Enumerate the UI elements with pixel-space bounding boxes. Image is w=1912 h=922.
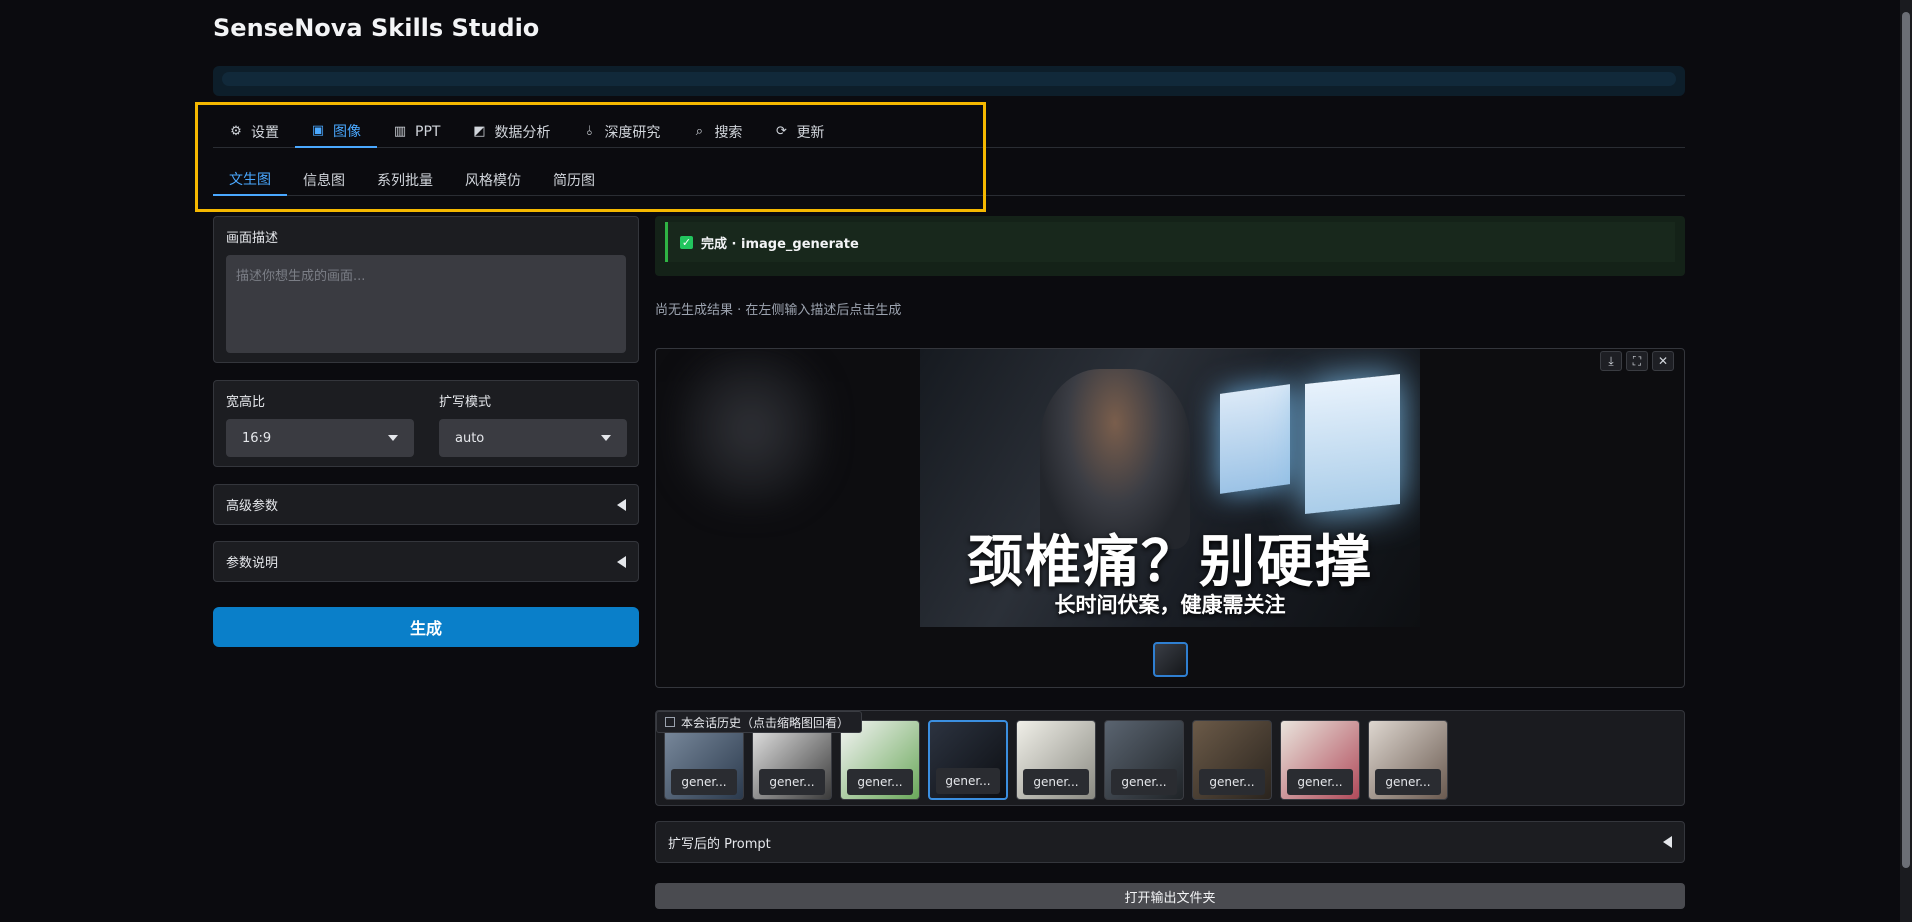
description-panel: 画面描述 bbox=[213, 216, 639, 363]
microscope-icon: ⫰ bbox=[586, 124, 593, 139]
tab-label: 更新 bbox=[796, 124, 825, 141]
subtab-series-batch[interactable]: 系列批量 bbox=[361, 163, 449, 196]
tab-settings[interactable]: ⚙ 设置 bbox=[213, 115, 295, 148]
thumb-label: gener... bbox=[847, 769, 913, 795]
tab-ppt[interactable]: ▥ PPT bbox=[377, 115, 456, 148]
subtab-text-to-image[interactable]: 文生图 bbox=[213, 163, 287, 196]
status-panel: ✓ 完成 · image_generate bbox=[655, 216, 1685, 276]
expanded-prompt-label: 扩写后的 Prompt bbox=[668, 836, 771, 852]
expand-mode-label: 扩写模式 bbox=[439, 395, 492, 410]
thumb-label: gener... bbox=[1023, 769, 1089, 795]
empty-result-hint: 尚无生成结果 · 在左侧输入描述后点击生成 bbox=[655, 303, 902, 318]
tab-label: 搜索 bbox=[714, 124, 743, 141]
blurred-background bbox=[676, 349, 826, 509]
description-input[interactable] bbox=[226, 255, 626, 353]
image-subtitle-text: 长时间伏案，健康需关注 bbox=[1054, 593, 1286, 617]
params-help-label: 参数说明 bbox=[226, 556, 279, 571]
thumb-label: gener... bbox=[671, 769, 737, 795]
image-icon bbox=[665, 717, 675, 727]
subtab-infographic[interactable]: 信息图 bbox=[287, 163, 361, 196]
generate-button[interactable]: 生成 bbox=[213, 607, 639, 647]
generated-image[interactable]: 颈椎痛？别硬撑 长时间伏案，健康需关注 bbox=[920, 349, 1420, 627]
sub-tabs: 文生图 信息图 系列批量 风格模仿 简历图 bbox=[213, 163, 1685, 196]
monitor-right bbox=[1305, 374, 1400, 514]
image-title-text: 颈椎痛？别硬撑 bbox=[967, 530, 1373, 595]
gallery-toolbar: ⤓ ⛶ ✕ bbox=[1600, 351, 1674, 371]
session-history: gener... gener... gener... gener... gene… bbox=[655, 710, 1685, 806]
thumb-label: gener... bbox=[1287, 769, 1353, 795]
subtab-resume-image[interactable]: 简历图 bbox=[537, 163, 611, 196]
download-icon[interactable]: ⤓ bbox=[1600, 351, 1622, 371]
tab-deep-research[interactable]: ⫰ 深度研究 bbox=[566, 115, 676, 148]
progress-track bbox=[213, 66, 1685, 96]
gallery-thumbnail[interactable] bbox=[1153, 642, 1188, 677]
thumb-label: gener... bbox=[1199, 769, 1265, 795]
history-thumb[interactable]: gener... bbox=[1192, 720, 1272, 800]
tab-data-analysis[interactable]: ◩ 数据分析 bbox=[456, 115, 566, 148]
tab-label: 数据分析 bbox=[494, 124, 551, 141]
image-gallery: 颈椎痛？别硬撑 长时间伏案，健康需关注 ⤓ ⛶ ✕ bbox=[655, 348, 1685, 688]
tab-label: 深度研究 bbox=[604, 124, 661, 141]
gear-icon: ⚙ bbox=[230, 124, 242, 139]
scrollbar[interactable] bbox=[1900, 0, 1912, 922]
description-label: 画面描述 bbox=[226, 231, 279, 246]
advanced-params-label: 高级参数 bbox=[226, 499, 279, 514]
history-thumb[interactable]: gener... bbox=[928, 720, 1008, 800]
progress-fill bbox=[222, 72, 1676, 86]
search-icon: ⌕ bbox=[695, 124, 704, 139]
collapse-arrow-icon bbox=[617, 498, 626, 511]
expanded-prompt-accordion[interactable]: 扩写后的 Prompt bbox=[655, 821, 1685, 863]
check-icon: ✓ bbox=[680, 235, 693, 249]
line-chart-icon: ◩ bbox=[473, 124, 486, 139]
thumb-label: gener... bbox=[759, 769, 825, 795]
tab-label: PPT bbox=[415, 123, 441, 140]
app-title: SenseNova Skills Studio bbox=[213, 14, 540, 42]
monitor-left bbox=[1220, 384, 1290, 494]
tab-image[interactable]: ▣ 图像 bbox=[295, 115, 377, 148]
aspect-ratio-label: 宽高比 bbox=[226, 395, 266, 410]
aspect-ratio-select[interactable]: 16:9 bbox=[226, 419, 414, 457]
params-help-accordion[interactable]: 参数说明 bbox=[213, 541, 639, 582]
thumb-label: gener... bbox=[1111, 769, 1177, 795]
tab-label: 设置 bbox=[251, 124, 279, 141]
collapse-arrow-icon bbox=[617, 555, 626, 568]
open-output-folder-button[interactable]: 打开输出文件夹 bbox=[655, 883, 1685, 909]
history-thumb[interactable]: gener... bbox=[1104, 720, 1184, 800]
fullscreen-icon[interactable]: ⛶ bbox=[1626, 351, 1648, 371]
thumb-label: gener... bbox=[936, 768, 1000, 794]
history-thumb[interactable]: gener... bbox=[1368, 720, 1448, 800]
collapse-arrow-icon bbox=[1663, 836, 1672, 848]
aspect-ratio-value: 16:9 bbox=[242, 430, 272, 446]
image-icon: ▣ bbox=[311, 123, 325, 138]
scrollbar-thumb[interactable] bbox=[1902, 12, 1910, 868]
refresh-icon: ⟳ bbox=[775, 124, 787, 139]
chevron-down-icon bbox=[388, 435, 398, 441]
history-thumb[interactable]: gener... bbox=[1016, 720, 1096, 800]
status-message: ✓ 完成 · image_generate bbox=[665, 222, 1675, 262]
bar-chart-icon: ▥ bbox=[393, 124, 407, 139]
subtab-style-imitation[interactable]: 风格模仿 bbox=[449, 163, 537, 196]
options-panel: 宽高比 扩写模式 16:9 auto bbox=[213, 380, 639, 467]
main-tabs: ⚙ 设置 ▣ 图像 ▥ PPT ◩ 数据分析 ⫰ 深度研究 ⌕ 搜索 ⟳ 更新 bbox=[213, 115, 1685, 148]
thumb-label: gener... bbox=[1375, 769, 1441, 795]
expand-mode-value: auto bbox=[455, 430, 485, 446]
chevron-down-icon bbox=[601, 435, 611, 441]
tab-label: 图像 bbox=[333, 123, 361, 140]
history-label: 本会话历史（点击缩略图回看） bbox=[656, 711, 863, 733]
expand-mode-select[interactable]: auto bbox=[439, 419, 627, 457]
tab-update[interactable]: ⟳ 更新 bbox=[758, 115, 840, 148]
status-text: 完成 · image_generate bbox=[701, 236, 859, 252]
tab-search[interactable]: ⌕ 搜索 bbox=[676, 115, 758, 148]
advanced-params-accordion[interactable]: 高级参数 bbox=[213, 484, 639, 525]
close-icon[interactable]: ✕ bbox=[1652, 351, 1674, 371]
history-label-text: 本会话历史（点击缩略图回看） bbox=[681, 715, 850, 730]
history-thumb[interactable]: gener... bbox=[1280, 720, 1360, 800]
